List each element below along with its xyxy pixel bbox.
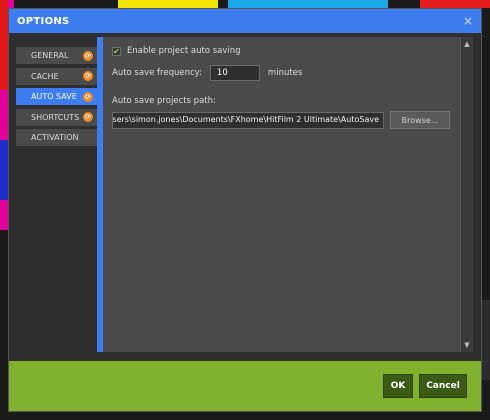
refresh-badge-icon: ⟳ bbox=[83, 91, 93, 102]
path-field[interactable]: sers\simon.jones\Documents\FXhome\HitFil… bbox=[112, 112, 384, 129]
ok-button[interactable]: OK bbox=[383, 374, 413, 398]
sidebar-item-general[interactable]: GENERAL ⟳ bbox=[16, 47, 98, 64]
panel-scrollbar[interactable]: ▲ ▼ bbox=[460, 37, 473, 352]
sidebar-item-shortcuts[interactable]: SHORTCUTS ⟳ bbox=[16, 108, 98, 126]
sidebar-item-label: AUTO SAVE bbox=[31, 92, 77, 101]
frequency-row: Auto save frequency: minutes bbox=[112, 65, 302, 81]
frequency-unit: minutes bbox=[267, 68, 303, 78]
options-dialog: OPTIONS × GENERAL ⟳ CACHE ⟳ AUTO SAVE ⟳ … bbox=[8, 8, 482, 412]
enable-autosave-checkbox[interactable]: ✔ bbox=[112, 46, 121, 56]
dialog-title: OPTIONS bbox=[17, 15, 70, 27]
arrow-up-icon[interactable]: ▲ bbox=[461, 39, 473, 49]
path-label: Auto save projects path: bbox=[112, 96, 216, 106]
arrow-down-icon[interactable]: ▼ bbox=[461, 340, 473, 350]
dialog-titlebar[interactable]: OPTIONS × bbox=[9, 9, 481, 33]
background-app-edge bbox=[420, 0, 490, 8]
background-app-edge bbox=[228, 0, 388, 8]
sidebar-item-label: GENERAL bbox=[31, 51, 69, 60]
sidebar-item-activation[interactable]: ACTIVATION bbox=[16, 129, 98, 146]
background-app-edge bbox=[118, 0, 218, 8]
auto-save-panel: ✔ Enable project auto saving Auto save f… bbox=[103, 37, 460, 352]
cancel-button[interactable]: Cancel bbox=[419, 374, 467, 398]
sidebar-item-label: SHORTCUTS bbox=[31, 112, 80, 122]
browse-button[interactable]: Browse... bbox=[390, 111, 450, 129]
enable-autosave-label: Enable project auto saving bbox=[127, 46, 241, 56]
enable-autosave-row: ✔ Enable project auto saving bbox=[112, 46, 241, 56]
refresh-badge-icon: ⟳ bbox=[83, 50, 93, 61]
close-icon[interactable]: × bbox=[463, 15, 473, 27]
options-sidebar: GENERAL ⟳ CACHE ⟳ AUTO SAVE ⟳ SHORTCUTS … bbox=[16, 47, 98, 150]
sidebar-item-label: CACHE bbox=[31, 71, 59, 81]
sidebar-item-auto-save[interactable]: AUTO SAVE ⟳ bbox=[16, 88, 98, 105]
sidebar-item-label: ACTIVATION bbox=[31, 133, 79, 142]
refresh-badge-icon: ⟳ bbox=[83, 112, 93, 122]
path-value: sers\simon.jones\Documents\FXhome\HitFil… bbox=[112, 115, 379, 124]
dialog-footer: OK Cancel bbox=[9, 361, 481, 411]
sidebar-item-cache[interactable]: CACHE ⟳ bbox=[16, 67, 98, 85]
dialog-content: GENERAL ⟳ CACHE ⟳ AUTO SAVE ⟳ SHORTCUTS … bbox=[9, 33, 481, 361]
frequency-label: Auto save frequency: bbox=[112, 68, 202, 78]
refresh-badge-icon: ⟳ bbox=[83, 71, 93, 81]
background-app-edge bbox=[0, 0, 8, 90]
frequency-input[interactable] bbox=[209, 65, 260, 81]
